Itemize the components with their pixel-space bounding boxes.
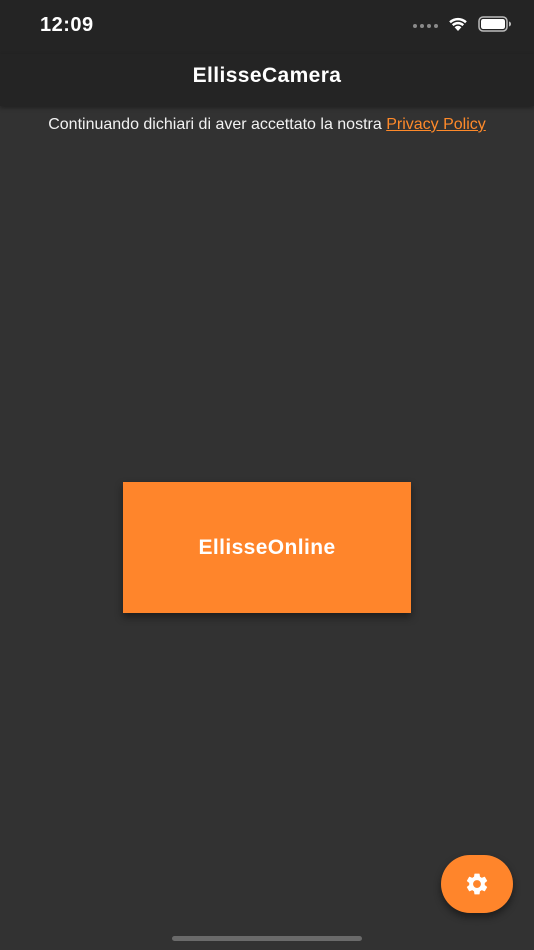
settings-fab-button[interactable] <box>441 855 513 913</box>
status-time: 12:09 <box>40 14 94 36</box>
ellisse-online-button[interactable]: EllisseOnline <box>123 482 411 613</box>
privacy-policy-link[interactable]: Privacy Policy <box>386 116 486 133</box>
privacy-notice-text: Continuando dichiari di aver accettato l… <box>48 116 387 133</box>
battery-icon <box>478 16 511 32</box>
wifi-icon <box>449 17 467 31</box>
nav-bar: EllisseCamera <box>0 54 534 106</box>
page-title: EllisseCamera <box>192 64 342 87</box>
privacy-notice: Continuando dichiari di aver accettato l… <box>0 116 534 134</box>
home-indicator[interactable] <box>172 936 362 941</box>
cellular-dots-icon <box>413 24 438 28</box>
status-bar: 12:09 <box>0 0 534 54</box>
status-icons <box>413 16 512 32</box>
gear-icon <box>466 873 488 895</box>
